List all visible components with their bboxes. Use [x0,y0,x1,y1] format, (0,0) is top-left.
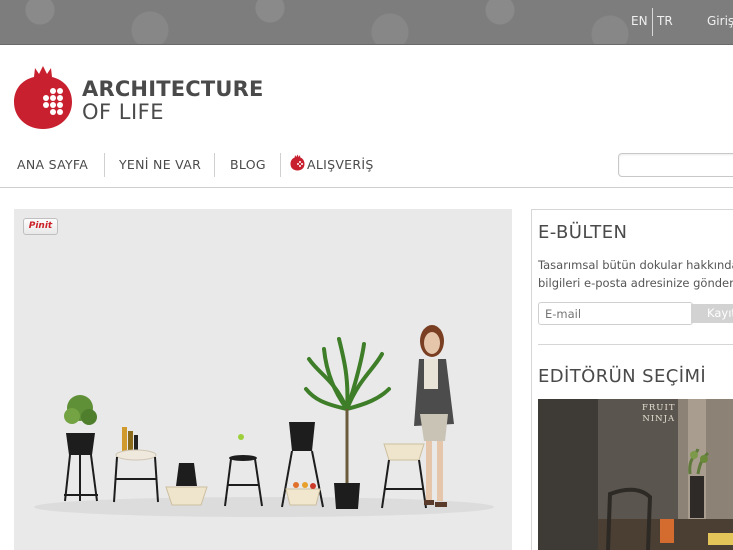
nav-item-whats-new[interactable]: YENİ NE VAR [119,157,201,172]
language-divider [652,8,653,36]
language-tr-link[interactable]: TR [657,14,673,28]
caption-line-2: NINJA [642,414,676,424]
newsletter-title: E-BÜLTEN [538,222,628,243]
logo-line-1: ARCHITECTURE [82,77,264,101]
editors-pick-title: EDİTÖRÜN SEÇİMİ [538,366,707,387]
subscribe-button[interactable]: Kayıt [691,304,733,323]
logo-line-2: OF LIFE [82,100,165,124]
top-bar: EN TR Giriş [0,0,733,45]
email-field[interactable] [538,302,693,325]
newsletter-description: Tasarımsal bütün dokular hakkında bilgil… [538,256,733,292]
nav-divider [104,153,105,177]
nav-divider [280,153,281,177]
sidebar-divider [538,344,733,345]
login-link[interactable]: Giriş [707,14,733,28]
nav-item-blog[interactable]: BLOG [230,157,266,172]
hero-image[interactable] [14,209,512,550]
nav-item-shop[interactable]: ALIŞVERİŞ [307,157,374,172]
editors-pick-image[interactable] [538,399,733,550]
newsletter-description-line-1: Tasarımsal bütün dokular hakkında [538,258,733,272]
pomegranate-icon [290,154,305,175]
caption-line-1: FRUIT [642,403,676,413]
pomegranate-icon[interactable] [13,64,73,134]
language-en-link[interactable]: EN [631,14,648,28]
newsletter-description-line-2: bilgileri e-posta adresinize gönder [538,276,733,290]
pin-it-button[interactable]: Pinit [23,218,58,235]
search-input[interactable] [618,153,733,177]
nav-item-home[interactable]: ANA SAYFA [17,157,88,172]
site-logo-text[interactable]: ARCHITECTURE OF LIFE [82,78,264,124]
editors-pick-caption: FRUIT NINJA [642,403,676,425]
nav-divider [214,153,215,177]
